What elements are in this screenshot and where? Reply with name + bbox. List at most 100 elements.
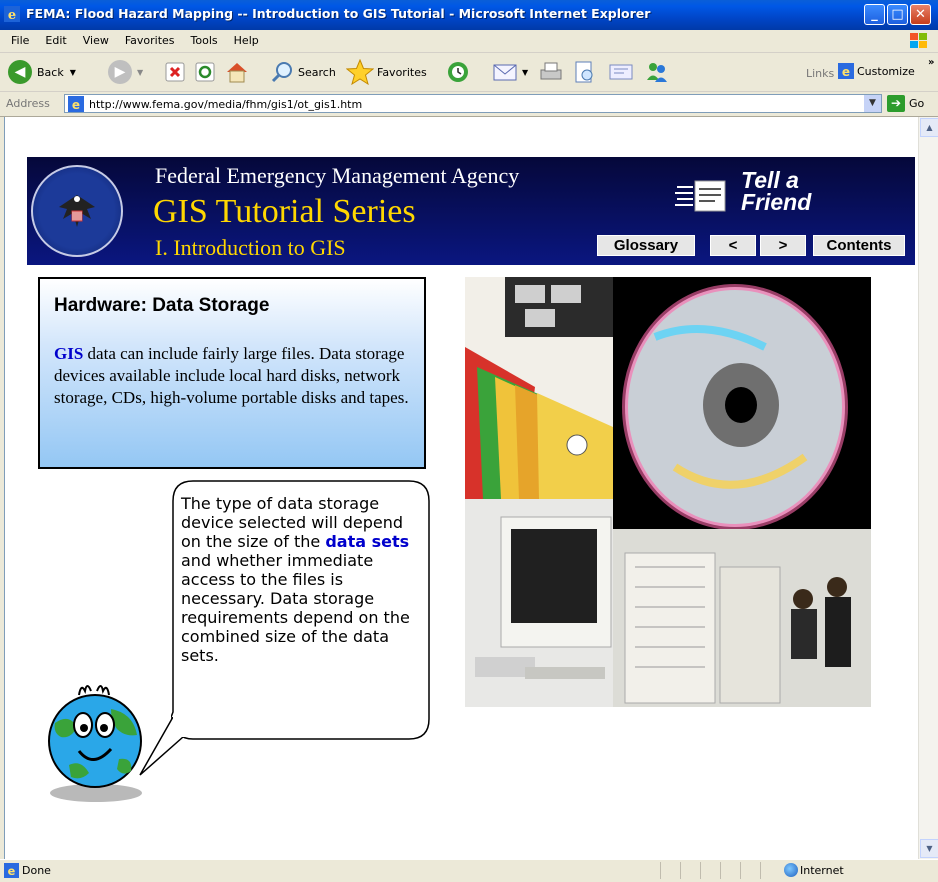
eagle-icon (59, 195, 95, 227)
back-label: Back (37, 65, 64, 79)
ie-page-icon: e (838, 63, 854, 79)
go-button[interactable]: ➔ Go (887, 95, 924, 112)
page-viewport: Federal Emergency Management Agency GIS … (4, 117, 919, 859)
windows-logo-icon (910, 33, 927, 48)
info-body-text: data can include fairly large files. Dat… (54, 344, 409, 407)
maximize-button[interactable]: □ (887, 4, 908, 25)
svg-text:e: e (72, 98, 80, 112)
discuss-button[interactable] (608, 58, 634, 86)
data-sets-glossary-link[interactable]: data sets (325, 532, 409, 551)
forward-dropdown-icon[interactable]: ▼ (137, 68, 143, 77)
links-label[interactable]: Links (806, 67, 834, 80)
status-bar: e Done Internet (0, 859, 938, 882)
status-text: Done (22, 864, 51, 877)
status-segment (760, 862, 779, 879)
mail-icon (493, 64, 517, 81)
home-icon (227, 63, 247, 83)
scroll-down-icon[interactable]: ▼ (920, 839, 938, 858)
messenger-icon (647, 63, 667, 82)
friend-text: Friend (741, 189, 812, 215)
menu-view[interactable]: View (78, 30, 114, 51)
storage-devices-photo-collage (465, 277, 871, 707)
svg-text:e: e (8, 865, 16, 878)
history-button[interactable] (446, 58, 470, 86)
window-titlebar: e FEMA: Flood Hazard Mapping -- Introduc… (0, 0, 938, 30)
info-box: Hardware: Data Storage GIS data can incl… (38, 277, 426, 469)
back-arrow-icon: ◀ (8, 60, 32, 84)
customize-label: Customize (857, 64, 915, 78)
ie-icon: e (4, 6, 20, 22)
back-dropdown-icon[interactable]: ▼ (70, 68, 76, 77)
tell-a-friend-link[interactable]: Tell a Friend (675, 169, 835, 225)
security-zone-label: Internet (800, 864, 844, 877)
series-title: GIS Tutorial Series (153, 193, 416, 230)
back-button[interactable]: ◀ Back ▼ (8, 58, 76, 86)
refresh-button[interactable] (194, 58, 216, 86)
edit-button[interactable] (572, 58, 596, 86)
search-icon (271, 62, 292, 83)
menu-bar: File Edit View Favorites Tools Help (0, 30, 938, 53)
previous-button[interactable]: < (710, 235, 756, 256)
cd-disc-image (613, 277, 871, 530)
agency-name: Federal Emergency Management Agency (155, 163, 520, 188)
svg-text:e: e (8, 8, 16, 22)
status-segment (680, 862, 699, 879)
info-text: GIS data can include fairly large files.… (54, 343, 416, 409)
print-button[interactable] (538, 58, 564, 86)
address-url: http://www.fema.gov/media/fhm/gis1/ot_gi… (89, 98, 363, 111)
window-title: FEMA: Flood Hazard Mapping -- Introducti… (26, 6, 651, 21)
forward-button[interactable]: ▶ ▼ (108, 58, 143, 86)
address-label: Address (6, 97, 50, 110)
favorites-button[interactable]: Favorites (346, 58, 427, 86)
menu-edit[interactable]: Edit (40, 30, 71, 51)
customize-link[interactable]: e Customize (838, 63, 915, 79)
address-input[interactable]: e http://www.fema.gov/media/fhm/gis1/ot_… (64, 94, 882, 113)
menu-tools[interactable]: Tools (186, 30, 223, 51)
star-icon (346, 59, 374, 85)
status-segment (740, 862, 759, 879)
email-document-icon (675, 180, 726, 212)
stop-button[interactable] (164, 58, 186, 86)
minimize-button[interactable]: _ (864, 4, 885, 25)
menu-help[interactable]: Help (229, 30, 264, 51)
discuss-icon (609, 64, 633, 80)
mail-button[interactable]: ▼ (492, 58, 528, 86)
forward-arrow-icon: ▶ (108, 60, 132, 84)
floppy-disks-image (465, 277, 613, 499)
vertical-scrollbar[interactable]: ▲ ▼ (918, 117, 938, 859)
menu-favorites[interactable]: Favorites (120, 30, 180, 51)
page-status-icon: e (4, 863, 19, 878)
home-button[interactable] (224, 58, 250, 86)
menu-file[interactable]: File (6, 30, 34, 51)
contents-button[interactable]: Contents (813, 235, 905, 256)
bubble-text: The type of data storage device selected… (181, 494, 421, 665)
status-segment (700, 862, 719, 879)
messenger-button[interactable] (644, 58, 670, 86)
tell-a-friend-label: Tell a Friend (741, 169, 812, 215)
computer-monitor-image (465, 499, 613, 707)
go-arrow-icon: ➔ (887, 95, 905, 112)
gis-glossary-link[interactable]: GIS (54, 344, 83, 363)
page-icon: e (68, 96, 84, 112)
next-button[interactable]: > (760, 235, 806, 256)
address-dropdown-icon[interactable]: ▼ (864, 95, 881, 112)
favorites-label: Favorites (377, 65, 427, 79)
refresh-icon (195, 62, 215, 82)
section-heading: Hardware: Data Storage (54, 295, 270, 316)
go-label: Go (909, 97, 925, 110)
scroll-up-icon[interactable]: ▲ (920, 118, 938, 137)
search-label: Search (298, 65, 336, 79)
standard-toolbar: ◀ Back ▼ ▶ ▼ Search Favorites ▼ Links e … (0, 53, 938, 92)
section-subtitle: I. Introduction to GIS (155, 235, 346, 260)
history-icon (448, 62, 468, 82)
toolbar-overflow-icon[interactable]: » (928, 57, 934, 68)
mail-dropdown-icon[interactable]: ▼ (522, 68, 528, 77)
glossary-button[interactable]: Glossary (597, 235, 695, 256)
search-button[interactable]: Search (270, 58, 336, 86)
fema-banner: Federal Emergency Management Agency GIS … (27, 157, 915, 265)
print-icon (540, 62, 562, 80)
close-button[interactable]: ✕ (910, 4, 931, 25)
globe-mascot-icon (48, 685, 142, 802)
bubble-text-post: and whether immediate access to the file… (181, 551, 410, 665)
server-room-image (613, 529, 871, 707)
